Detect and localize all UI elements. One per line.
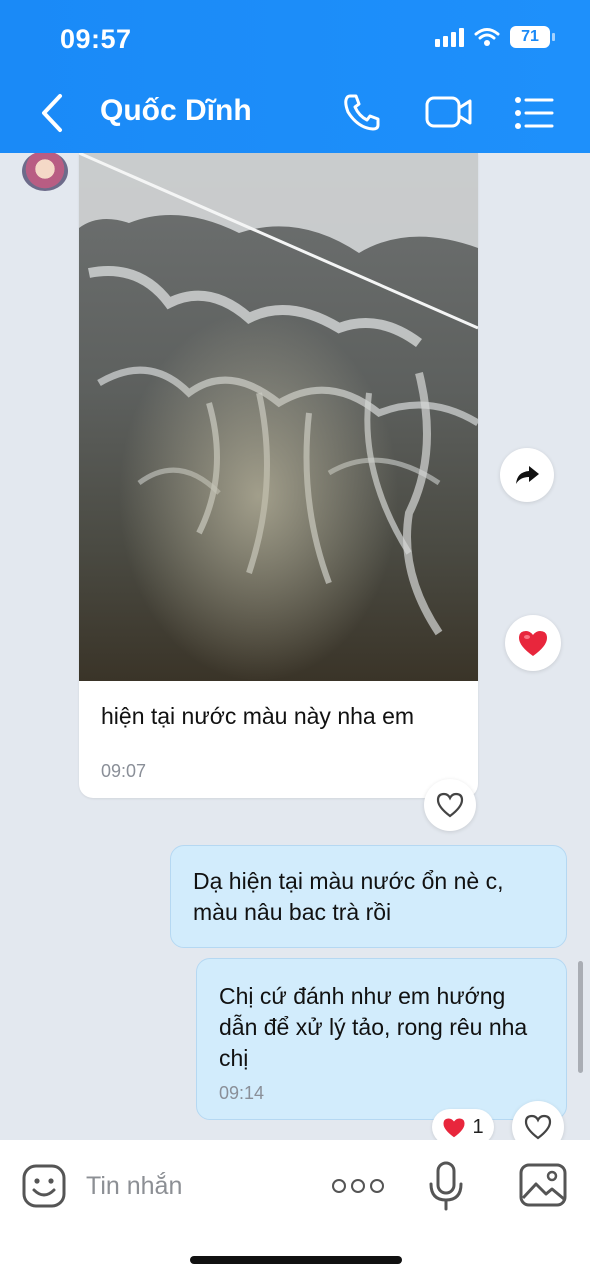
water-photo[interactable] [79, 153, 478, 681]
message-time: 09:14 [219, 1083, 265, 1103]
status-time: 09:57 [60, 24, 132, 54]
forward-icon [516, 466, 539, 484]
status-icons: 71 [435, 26, 555, 48]
sticker-icon[interactable] [20, 1162, 68, 1210]
chat-area[interactable]: hiện tại nước màu này nha em 09:07 Dạ hi… [0, 153, 590, 1140]
outgoing-message[interactable]: Chị cứ đánh như em hướng dẫn để xử lý tả… [196, 958, 567, 1120]
message-time: 09:07 [101, 761, 147, 781]
wifi-icon [474, 28, 500, 46]
like-button[interactable] [424, 779, 476, 831]
more-icon[interactable] [332, 1174, 384, 1198]
forward-button[interactable] [500, 448, 554, 502]
heart-outline-icon [524, 1114, 552, 1140]
avatar[interactable] [22, 153, 68, 191]
message-text: hiện tại nước màu này nha em [101, 703, 415, 729]
home-indicator [190, 1256, 402, 1264]
reaction-count: 1 [472, 1115, 484, 1138]
heart-icon [519, 631, 547, 656]
reaction-heart-button[interactable] [505, 615, 561, 671]
photo-message[interactable]: hiện tại nước màu này nha em 09:07 [79, 153, 478, 798]
message-input-bar [0, 1140, 590, 1280]
message-input[interactable] [86, 1168, 306, 1204]
chat-header: 09:57 71 Quốc Dĩnh [0, 0, 590, 153]
microphone-icon[interactable] [426, 1160, 466, 1212]
video-camera-icon[interactable] [424, 92, 474, 132]
contact-name[interactable]: Quốc Dĩnh [100, 94, 252, 128]
scrollbar[interactable] [578, 961, 583, 1073]
heart-icon [443, 1118, 465, 1137]
heart-outline-icon [436, 792, 464, 818]
outgoing-message[interactable]: Dạ hiện tại màu nước ổn nè c, màu nâu ba… [170, 845, 567, 948]
back-arrow-icon[interactable] [30, 88, 74, 138]
message-text: Dạ hiện tại màu nước ổn nè c, màu nâu ba… [193, 868, 504, 925]
phone-icon[interactable] [340, 90, 384, 134]
image-icon[interactable] [518, 1162, 568, 1208]
message-text: Chị cứ đánh như em hướng dẫn để xử lý tả… [219, 983, 528, 1071]
list-menu-icon[interactable] [512, 94, 556, 132]
battery-icon: 71 [510, 26, 555, 48]
signal-icon [435, 27, 464, 47]
reaction-summary[interactable]: 1 [432, 1109, 494, 1140]
